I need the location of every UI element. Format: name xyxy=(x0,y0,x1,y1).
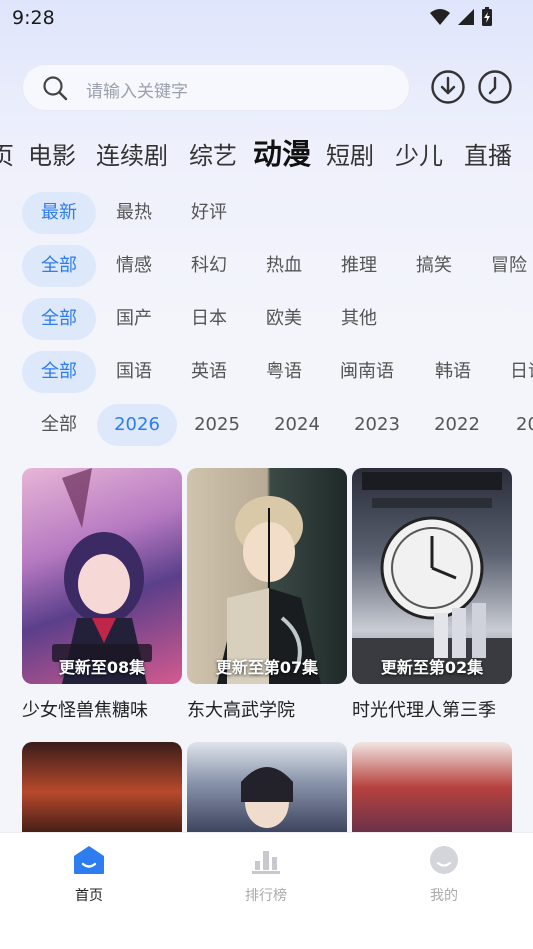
tab-anime[interactable]: 动漫 xyxy=(253,131,311,173)
filter-chip[interactable]: 粤语 xyxy=(247,351,321,393)
video-title: 少女怪兽焦糖味 xyxy=(22,700,148,721)
filter-chip[interactable]: 国产 xyxy=(97,298,171,340)
filter-chip[interactable]: 2024 xyxy=(258,404,336,446)
poster-art xyxy=(241,767,293,828)
filter-chip[interactable]: 全部 xyxy=(22,404,96,446)
filter-chip[interactable]: 其他 xyxy=(322,298,396,340)
episode-badge: 更新至08集 xyxy=(58,658,146,677)
video-card[interactable]: 更新至第07集 东大高武学院 xyxy=(187,468,347,722)
filter-chip[interactable]: 国语 xyxy=(97,351,171,393)
filter-chip[interactable]: 英语 xyxy=(172,351,246,393)
episode-badge: 更新至第07集 xyxy=(215,658,319,677)
filter-chip[interactable]: 2025 xyxy=(178,404,256,446)
filter-chip[interactable]: 日本 xyxy=(172,298,246,340)
filter-chip[interactable]: 2026 xyxy=(97,404,177,446)
status-time: 9:28 xyxy=(12,7,55,29)
status-icons xyxy=(429,7,493,27)
home-icon xyxy=(74,846,104,874)
nav-ranking[interactable]: 排行榜 xyxy=(221,845,311,905)
filter-chip[interactable]: 欧美 xyxy=(247,298,321,340)
filter-chip[interactable]: 2023 xyxy=(338,404,416,446)
search-icon xyxy=(43,76,68,101)
filter-chip[interactable]: 日语 xyxy=(491,351,533,393)
poster-image: 更新至08集 xyxy=(22,468,182,684)
nav-profile[interactable]: 我的 xyxy=(399,845,489,905)
filter-chip[interactable]: 全部 xyxy=(22,245,96,287)
video-card[interactable]: 更新至08集 少女怪兽焦糖味 xyxy=(22,468,182,722)
filter-chip[interactable]: 韩语 xyxy=(416,351,490,393)
filter-row-language: 全部 国语 英语 粤语 闽南语 韩语 日语 xyxy=(0,351,533,395)
filter-chip[interactable]: 科幻 xyxy=(172,245,246,287)
channel-tabs: 页 电影 连续剧 综艺 动漫 短剧 少儿 直播 xyxy=(0,128,533,174)
nav-label: 首页 xyxy=(75,888,103,904)
poster-image[interactable] xyxy=(22,742,182,842)
video-title: 时光代理人第三季 xyxy=(352,700,496,721)
filter-chip[interactable]: 冒险 xyxy=(472,245,533,287)
filter-chip[interactable]: 好评 xyxy=(172,192,246,234)
filter-chip[interactable]: 闽南语 xyxy=(322,351,412,393)
tab-kids[interactable]: 少儿 xyxy=(395,136,443,171)
filter-chip[interactable]: 全部 xyxy=(22,351,96,393)
poster-art xyxy=(52,468,152,684)
tab-partial[interactable]: 页 xyxy=(0,136,14,171)
filter-chip[interactable]: 全部 xyxy=(22,298,96,340)
status-bar: 9:28 xyxy=(0,0,533,36)
poster-image[interactable] xyxy=(352,742,512,842)
signal-icon xyxy=(458,9,474,25)
filter-chip[interactable]: 20 xyxy=(498,404,533,446)
battery-icon xyxy=(482,7,492,26)
nav-label: 我的 xyxy=(430,888,458,904)
download-icon[interactable] xyxy=(430,69,466,105)
video-card[interactable]: 更新至第02集 时光代理人第三季 xyxy=(352,468,512,722)
poster-art xyxy=(217,496,321,684)
poster-image: 更新至第07集 xyxy=(187,468,347,684)
filter-chip[interactable]: 情感 xyxy=(97,245,171,287)
filter-chip[interactable]: 搞笑 xyxy=(397,245,471,287)
tab-movie[interactable]: 电影 xyxy=(28,136,76,171)
filter-row-year: 全部 2026 2025 2024 2023 2022 20 xyxy=(0,404,533,448)
ranking-chart-icon xyxy=(252,851,280,874)
poster-art xyxy=(352,472,512,684)
wifi-icon xyxy=(430,9,450,25)
search-placeholder: 请输入关键字 xyxy=(86,82,188,102)
tab-live[interactable]: 直播 xyxy=(464,136,512,171)
filter-chip[interactable]: 最新 xyxy=(22,192,96,234)
tab-variety[interactable]: 综艺 xyxy=(189,136,237,171)
nav-label: 排行榜 xyxy=(245,888,287,904)
smiley-face-icon xyxy=(430,846,458,874)
tab-short-drama[interactable]: 短剧 xyxy=(326,136,374,171)
poster-image[interactable] xyxy=(187,742,347,842)
poster-image: 更新至第02集 xyxy=(352,468,512,684)
filter-chip[interactable]: 最热 xyxy=(97,192,171,234)
filter-row-sort: 最新 最热 好评 xyxy=(0,192,533,236)
tab-series[interactable]: 连续剧 xyxy=(96,136,168,171)
filter-row-region: 全部 国产 日本 欧美 其他 xyxy=(0,298,533,342)
filter-row-genre: 全部 情感 科幻 热血 推理 搞笑 冒险 xyxy=(0,245,533,289)
filter-chip[interactable]: 推理 xyxy=(322,245,396,287)
history-clock-icon[interactable] xyxy=(477,69,513,105)
video-title: 东大高武学院 xyxy=(187,700,295,721)
filter-chip[interactable]: 2022 xyxy=(418,404,496,446)
episode-badge: 更新至第02集 xyxy=(380,658,484,677)
search-input[interactable]: 请输入关键字 xyxy=(22,64,410,111)
nav-home[interactable]: 首页 xyxy=(44,845,134,905)
filter-chip[interactable]: 热血 xyxy=(247,245,321,287)
bottom-nav: 首页 排行榜 我的 xyxy=(0,832,533,949)
